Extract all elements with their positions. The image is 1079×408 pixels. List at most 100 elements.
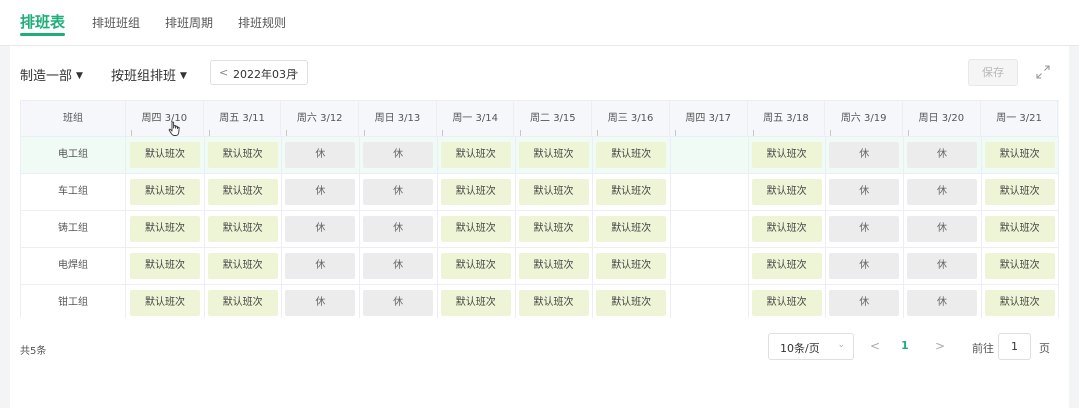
- shift-chip[interactable]: 默认班次: [596, 179, 667, 205]
- shift-chip[interactable]: 默认班次: [207, 253, 278, 279]
- rest-day-chip[interactable]: 休: [829, 179, 900, 205]
- save-button[interactable]: 保存: [968, 59, 1018, 86]
- empty-shift-cell[interactable]: [674, 142, 744, 168]
- shift-chip[interactable]: 默认班次: [130, 253, 200, 279]
- shift-chip[interactable]: 默认班次: [984, 216, 1055, 242]
- chevron-right-icon[interactable]: >: [290, 66, 299, 79]
- page-number-current[interactable]: 1: [901, 339, 909, 352]
- empty-shift-cell[interactable]: [674, 290, 744, 316]
- shift-chip[interactable]: 默认班次: [518, 142, 589, 168]
- column-divider: [903, 137, 904, 173]
- shift-chip[interactable]: 默认班次: [440, 142, 511, 168]
- column-divider: [592, 248, 594, 284]
- rest-day-chip[interactable]: 休: [829, 290, 900, 316]
- date-column-header: 周五 3/11: [204, 101, 282, 137]
- column-divider: [281, 248, 283, 284]
- mode-select-value: 按班组排班: [111, 69, 177, 84]
- column-divider: [514, 248, 516, 284]
- rest-day-chip[interactable]: 休: [285, 216, 356, 242]
- rest-day-chip[interactable]: 休: [363, 290, 434, 316]
- shift-chip[interactable]: 默认班次: [751, 290, 822, 316]
- shift-chip[interactable]: 默认班次: [984, 290, 1055, 316]
- mode-select[interactable]: 按班组排班 ▼: [111, 65, 187, 84]
- page-size-select[interactable]: 10条/页 ⌄: [768, 333, 854, 360]
- column-divider: [747, 211, 749, 247]
- rest-day-chip[interactable]: 休: [829, 142, 900, 168]
- shift-chip[interactable]: 默认班次: [596, 290, 667, 316]
- tab-schedule-table[interactable]: 排班表: [20, 11, 65, 32]
- shift-chip[interactable]: 默认班次: [518, 216, 589, 242]
- next-page-icon[interactable]: >: [935, 339, 945, 353]
- page-size-value: 10条/页: [780, 342, 820, 355]
- rest-day-chip[interactable]: 休: [363, 216, 434, 242]
- empty-shift-cell[interactable]: [674, 216, 744, 242]
- shift-chip[interactable]: 默认班次: [440, 216, 511, 242]
- shift-chip[interactable]: 默认班次: [596, 253, 667, 279]
- shift-chip[interactable]: 默认班次: [596, 142, 667, 168]
- column-divider: [436, 285, 438, 318]
- column-tick: [674, 130, 676, 136]
- shift-chip[interactable]: 默认班次: [751, 142, 822, 168]
- shift-chip[interactable]: 默认班次: [207, 179, 278, 205]
- shift-chip[interactable]: 默认班次: [130, 179, 200, 205]
- shift-chip[interactable]: 默认班次: [518, 253, 589, 279]
- column-divider: [359, 137, 361, 173]
- rest-day-chip[interactable]: 休: [907, 142, 977, 168]
- department-select[interactable]: 制造一部 ▼: [20, 65, 83, 84]
- rest-day-chip[interactable]: 休: [829, 216, 900, 242]
- shift-chip[interactable]: 默认班次: [440, 179, 511, 205]
- date-column-header: 周三 3/16: [592, 101, 670, 137]
- column-divider: [203, 137, 205, 173]
- shift-chip[interactable]: 默认班次: [207, 216, 278, 242]
- shift-chip[interactable]: 默认班次: [751, 253, 822, 279]
- rest-day-chip[interactable]: 休: [363, 179, 434, 205]
- shift-chip[interactable]: 默认班次: [440, 253, 511, 279]
- caret-down-icon: ▼: [76, 71, 83, 81]
- rest-day-chip[interactable]: 休: [907, 253, 977, 279]
- shift-chip[interactable]: 默认班次: [751, 216, 822, 242]
- rest-day-chip[interactable]: 休: [907, 216, 977, 242]
- column-divider: [825, 211, 827, 247]
- rest-day-chip[interactable]: 休: [363, 253, 434, 279]
- shift-chip[interactable]: 默认班次: [130, 142, 200, 168]
- rest-day-chip[interactable]: 休: [285, 290, 356, 316]
- shift-chip[interactable]: 默认班次: [518, 290, 589, 316]
- shift-chip[interactable]: 默认班次: [518, 179, 589, 205]
- column-divider: [980, 137, 982, 173]
- shift-chip[interactable]: 默认班次: [207, 290, 278, 316]
- month-value[interactable]: 2022年03月: [233, 66, 297, 82]
- shift-chip[interactable]: 默认班次: [751, 179, 822, 205]
- shift-chip[interactable]: 默认班次: [984, 142, 1055, 168]
- shift-chip[interactable]: 默认班次: [130, 290, 200, 316]
- rest-day-chip[interactable]: 休: [907, 290, 977, 316]
- shift-chip[interactable]: 默认班次: [984, 253, 1055, 279]
- tab-schedule-groups[interactable]: 排班班组: [92, 14, 140, 31]
- rest-day-chip[interactable]: 休: [829, 253, 900, 279]
- shift-chip[interactable]: 默认班次: [130, 216, 200, 242]
- shift-chip[interactable]: 默认班次: [596, 216, 667, 242]
- fullscreen-icon[interactable]: [1035, 64, 1051, 80]
- tab-schedule-cycle[interactable]: 排班周期: [165, 14, 213, 31]
- rest-day-chip[interactable]: 休: [363, 142, 434, 168]
- column-divider: [281, 211, 283, 247]
- rest-day-chip[interactable]: 休: [907, 179, 977, 205]
- prev-page-icon[interactable]: <: [870, 339, 880, 353]
- column-divider: [903, 285, 904, 318]
- shift-chip[interactable]: 默认班次: [984, 179, 1055, 205]
- rest-day-chip[interactable]: 休: [285, 253, 356, 279]
- table-row: 电工组 默认班次 默认班次休休默认班次 默认班次 默认班次 默认班次休休默认班次: [21, 137, 1059, 174]
- column-divider: [903, 248, 904, 284]
- rest-day-chip[interactable]: 休: [285, 142, 356, 168]
- date-column-header: 周六 3/19: [825, 101, 903, 137]
- empty-shift-cell[interactable]: [674, 179, 744, 205]
- date-column-header: 周二 3/15: [515, 101, 593, 137]
- goto-page-input[interactable]: [998, 333, 1031, 360]
- shift-chip[interactable]: 默认班次: [207, 142, 278, 168]
- chevron-left-icon[interactable]: <: [219, 66, 228, 79]
- rest-day-chip[interactable]: 休: [285, 179, 356, 205]
- shift-chip[interactable]: 默认班次: [440, 290, 511, 316]
- tab-schedule-rules[interactable]: 排班规则: [238, 14, 286, 31]
- empty-shift-cell[interactable]: [674, 253, 744, 279]
- column-tick: [752, 130, 754, 136]
- column-tick: [131, 130, 132, 136]
